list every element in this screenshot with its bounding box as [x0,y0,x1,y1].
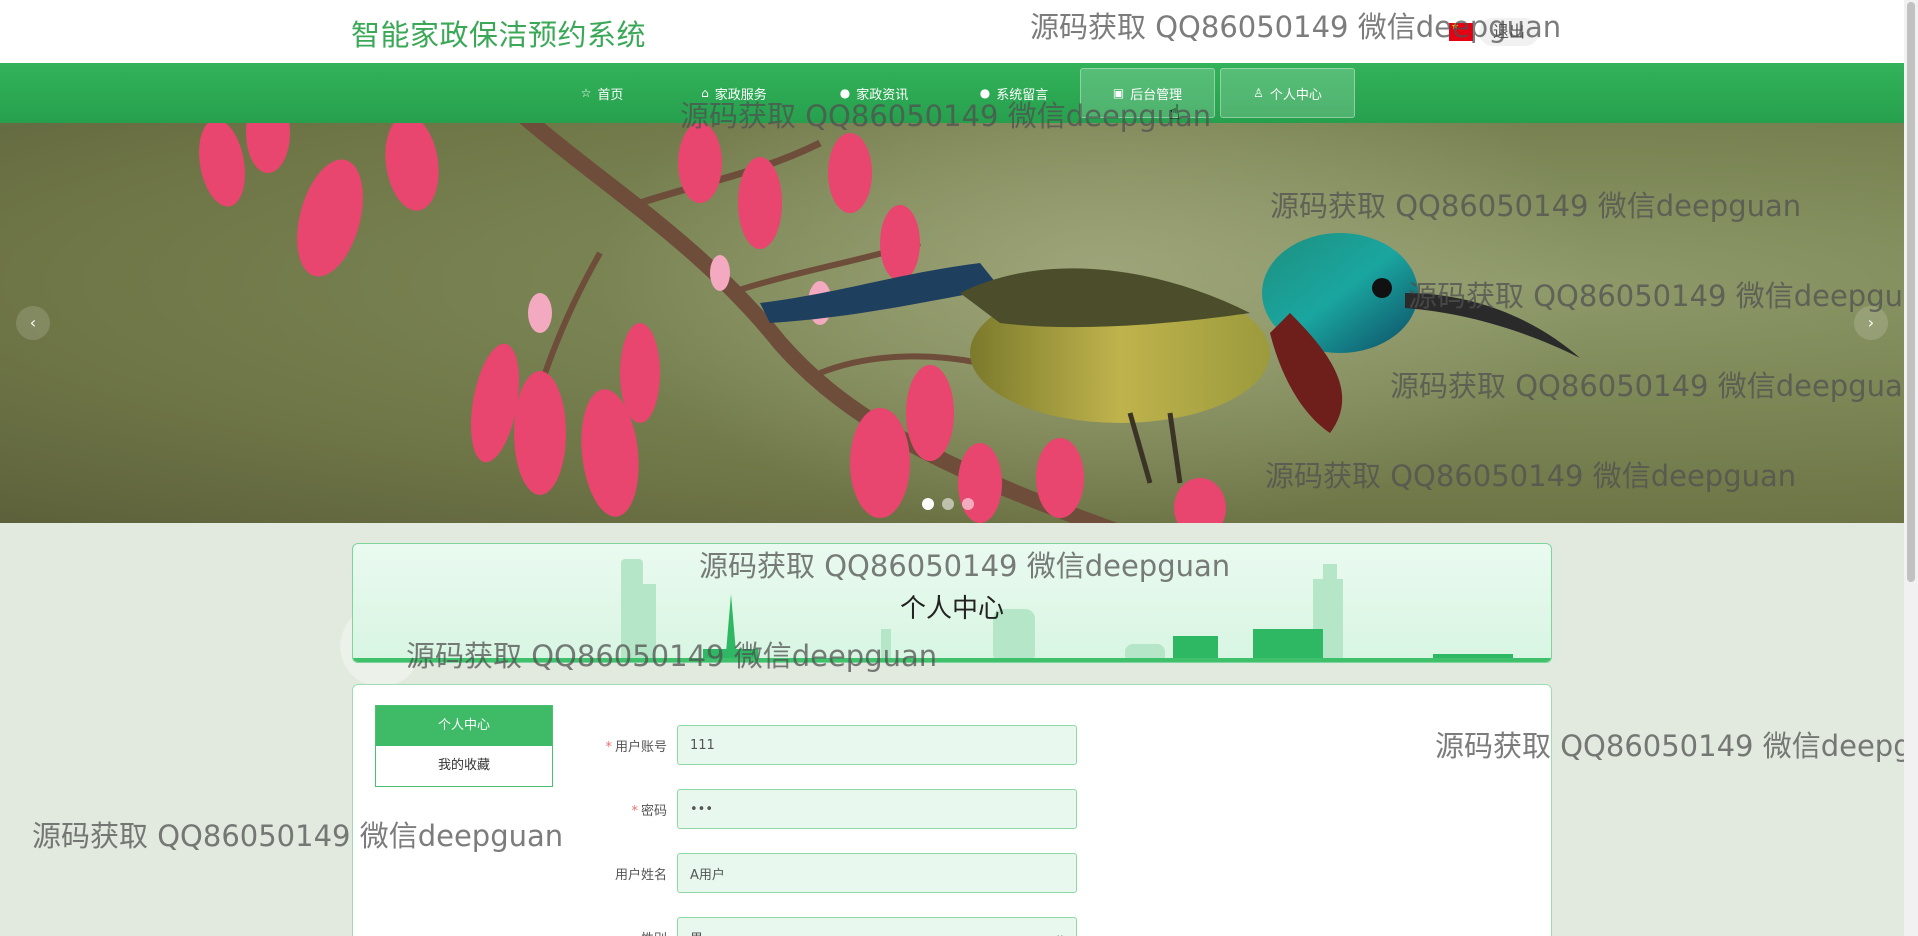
dashboard-icon: ▣ [1112,86,1125,100]
top-header: 智能家政保洁预约系统 退出 [0,0,1904,63]
profile-panel: 个人中心 我的收藏 *用户账号 *密码 用户姓名 性别 ⌄ [352,684,1552,936]
info-icon: ● [839,86,851,100]
nav-item-admin[interactable]: ▣ 后台管理 [1080,68,1215,118]
carousel-dot[interactable] [942,498,954,510]
carousel-dot[interactable] [922,498,934,510]
banner-image [199,123,1600,523]
side-menu: 个人中心 我的收藏 [375,705,553,787]
scrollbar-thumb[interactable] [1907,2,1915,582]
mouse-cursor-icon: ☝ [1168,100,1181,124]
carousel-indicators [922,498,974,510]
form-row-password: * 密码 [553,789,1077,829]
carousel-next-button[interactable]: › [1854,306,1888,340]
flag-icon [1449,22,1473,41]
nav-label: 家政资讯 [856,87,909,103]
site-title: 智能家政保洁预约系统 [351,18,647,52]
gender-select[interactable]: ⌄ [677,917,1077,936]
form-row-gender: 性别 ⌄ [553,917,1077,936]
user-area: 退出 [1449,18,1540,46]
nav-item-profile[interactable]: ♙ 个人中心 [1220,68,1355,118]
nav-label: 个人中心 [1269,87,1322,103]
logout-button[interactable]: 退出 [1479,18,1540,46]
nav-item-news[interactable]: ● 家政资讯 [824,68,924,118]
side-menu-item-profile[interactable]: 个人中心 [376,706,552,746]
carousel-dot[interactable] [962,498,974,510]
gender-value[interactable] [677,917,1077,936]
carousel-prev-button[interactable]: ‹ [16,306,50,340]
nav-item-services[interactable]: ⌂ 家政服务 [684,68,784,118]
nav-label: 系统留言 [996,87,1049,103]
page-title: 个人中心 [899,594,1004,624]
section-title-box: 个人中心 [352,543,1552,663]
gender-label: 性别 [553,928,677,936]
nav-item-home[interactable]: ☆ 首页 [566,68,638,118]
form-row-account: * 用户账号 [553,725,1077,765]
side-menu-item-favorites[interactable]: 我的收藏 [376,746,552,786]
bag-icon: ⌂ [701,86,709,100]
name-label: 用户姓名 [614,867,667,883]
account-label: * 用户账号 [605,739,667,755]
password-input[interactable] [677,789,1077,829]
page-scrollbar[interactable] [1904,0,1918,936]
name-input[interactable] [677,853,1077,893]
password-label: * 密码 [631,803,667,819]
nav-label: 首页 [597,87,624,103]
star-icon: ☆ [580,86,592,100]
account-input[interactable] [677,725,1077,765]
message-icon: ● [979,86,991,100]
chevron-down-icon: ⌄ [1054,927,1065,936]
form-row-name: 用户姓名 [553,853,1077,893]
user-icon: ♙ [1253,86,1264,100]
carousel-banner: ‹ › [0,123,1904,523]
nav-item-messages[interactable]: ● 系统留言 [964,68,1064,118]
main-navbar: ☆ 首页 ⌂ 家政服务 ● 家政资讯 ● 系统留言 ▣ 后台管理 ♙ 个人中心 [0,63,1904,123]
nav-label: 家政服务 [714,87,767,103]
